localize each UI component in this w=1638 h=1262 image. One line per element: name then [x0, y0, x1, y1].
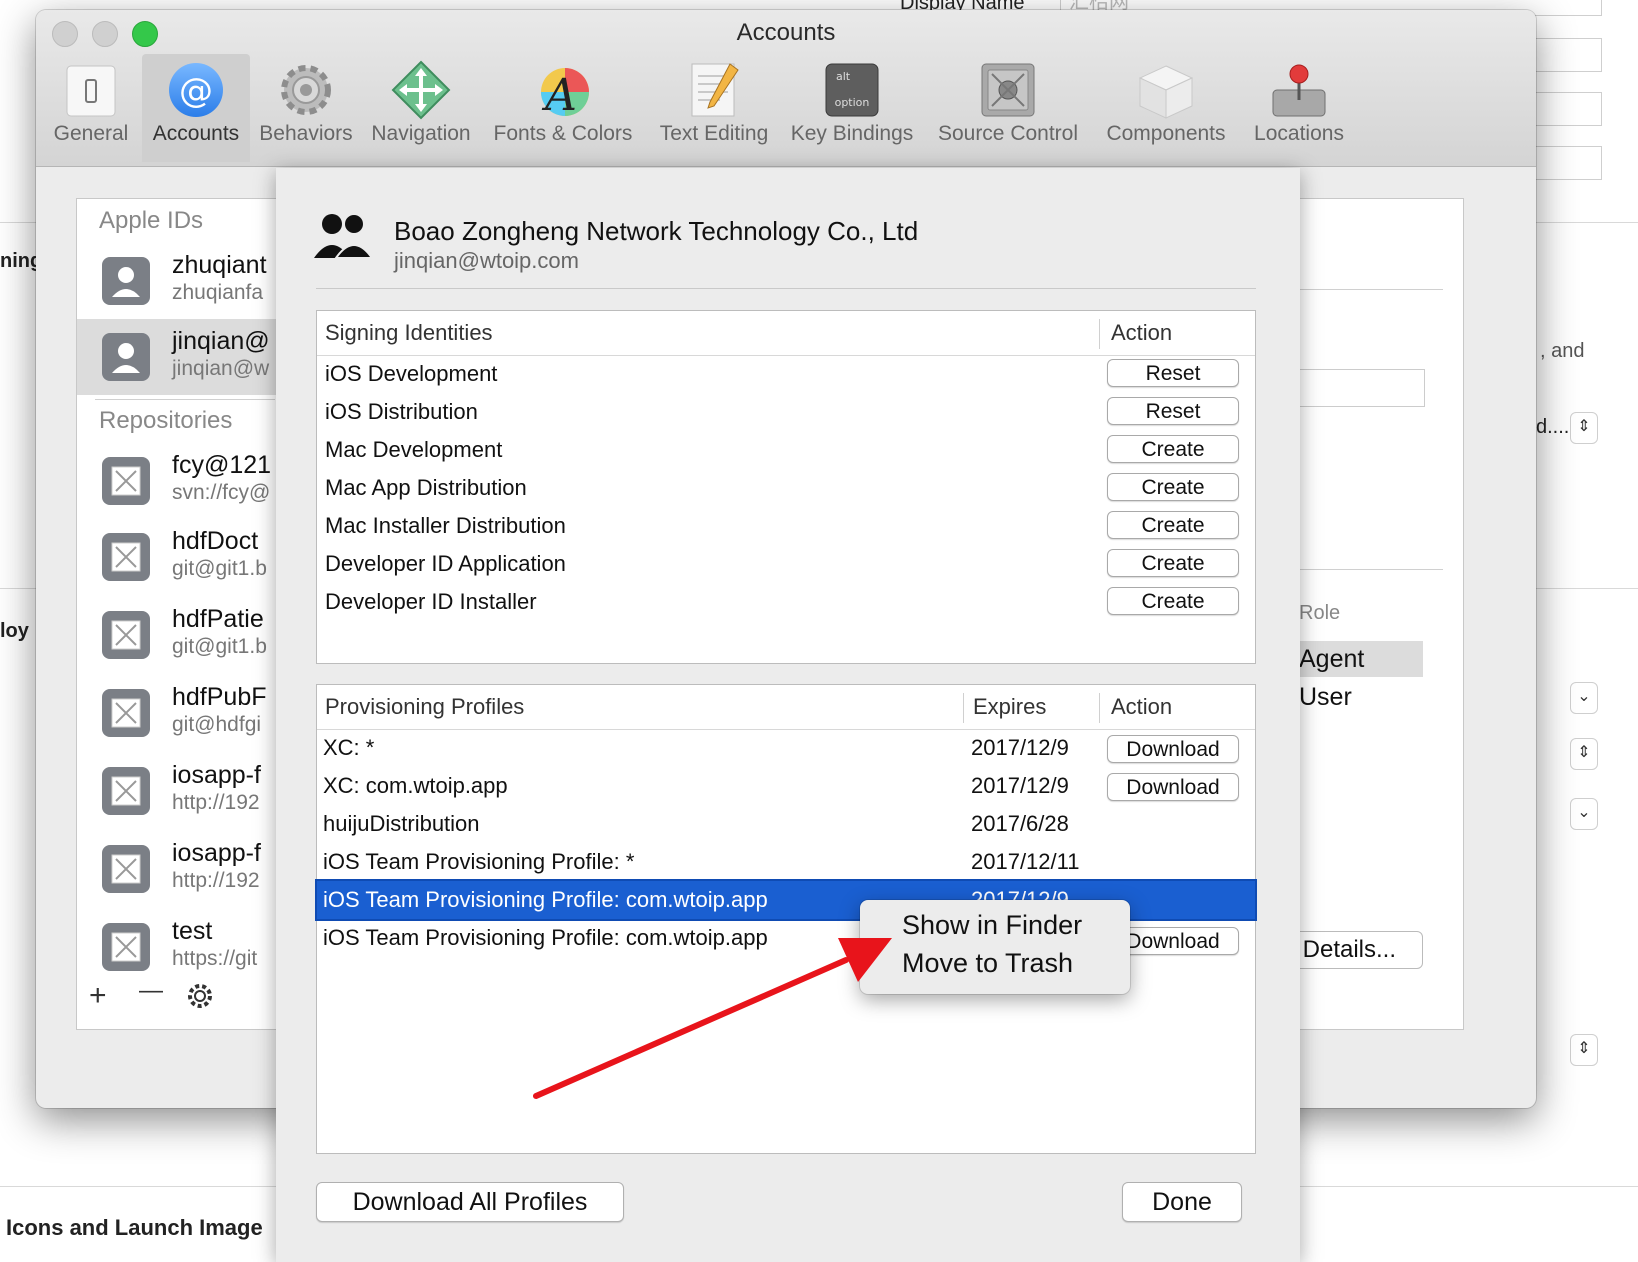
red-arrow-annotation [533, 938, 892, 1099]
